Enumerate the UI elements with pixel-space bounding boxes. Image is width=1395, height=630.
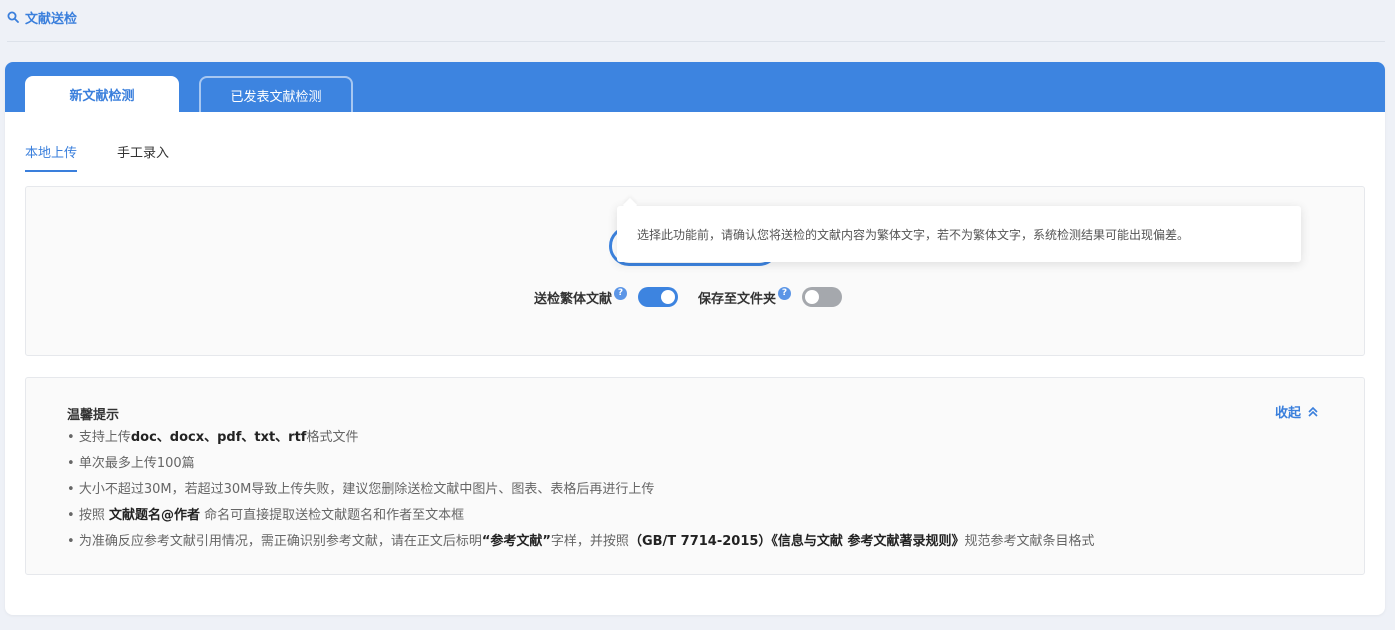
main-card: 新文献检测 已发表文献检测 本地上传 手工录入 选择此功能前，请确认您将送检的文…: [5, 62, 1385, 615]
option-save-folder: 保存至文件夹 ?: [698, 286, 843, 307]
tips-list: 支持上传doc、docx、pdf、txt、rtf格式文件 单次最多上传100篇 …: [67, 428, 1095, 558]
list-item: 按照 文献题名@作者 命名可直接提取送检文献题名和作者至文本框: [67, 506, 1094, 532]
list-item: 大小不超过30M，若超过30M导致上传失败，建议您删除送检文献中图片、图表、表格…: [67, 480, 1094, 506]
list-item: 支持上传doc、docx、pdf、txt、rtf格式文件: [67, 428, 1094, 454]
help-icon[interactable]: ?: [614, 286, 628, 300]
option-save-folder-label: 保存至文件夹: [698, 291, 777, 307]
tooltip-text: 选择此功能前，请确认您将送检的文献内容为繁体文字，若不为繁体文字，系统检测结果可…: [637, 227, 1190, 242]
option-traditional-label: 送检繁体文献: [534, 291, 613, 307]
tab-new-document[interactable]: 新文献检测: [25, 76, 179, 112]
subtab-bar: 本地上传 手工录入: [25, 144, 169, 172]
save-folder-toggle[interactable]: [802, 287, 843, 307]
toggle-knob: [805, 290, 820, 304]
traditional-toggle[interactable]: [638, 287, 679, 307]
tab-published-document[interactable]: 已发表文献检测: [199, 76, 353, 112]
tab-bar: 新文献检测 已发表文献检测: [5, 62, 1385, 112]
subtab-manual-entry[interactable]: 手工录入: [117, 144, 169, 172]
upload-options: 送检繁体文献 ? 保存至文件夹 ?: [534, 286, 843, 308]
header-divider: [7, 41, 1385, 42]
collapse-label: 收起: [1275, 406, 1302, 421]
search-icon: [7, 11, 19, 23]
collapse-button[interactable]: 收起: [1275, 402, 1319, 421]
page-title: 文献送检: [25, 11, 78, 27]
tips-panel: 温馨提示 收起 支持上传doc、docx、pdf、txt、rtf格式文件 单次最…: [25, 377, 1365, 575]
list-item: 单次最多上传100篇: [67, 454, 1094, 480]
tips-title: 温馨提示: [67, 408, 120, 423]
option-traditional: 送检繁体文献 ?: [534, 286, 679, 307]
page-header: 文献送检: [7, 7, 77, 27]
toggle-knob: [661, 290, 676, 304]
help-icon[interactable]: ?: [778, 286, 792, 300]
subtab-local-upload[interactable]: 本地上传: [25, 144, 78, 172]
tooltip: 选择此功能前，请确认您将送检的文献内容为繁体文字，若不为繁体文字，系统检测结果可…: [617, 206, 1301, 262]
list-item: 为准确反应参考文献引用情况，需正确识别参考文献，请在正文后标明“参考文献”字样，…: [67, 532, 1095, 558]
upload-area: 选择此功能前，请确认您将送检的文献内容为繁体文字，若不为繁体文字，系统检测结果可…: [25, 186, 1365, 356]
chevron-up-double-icon: [1308, 406, 1318, 417]
